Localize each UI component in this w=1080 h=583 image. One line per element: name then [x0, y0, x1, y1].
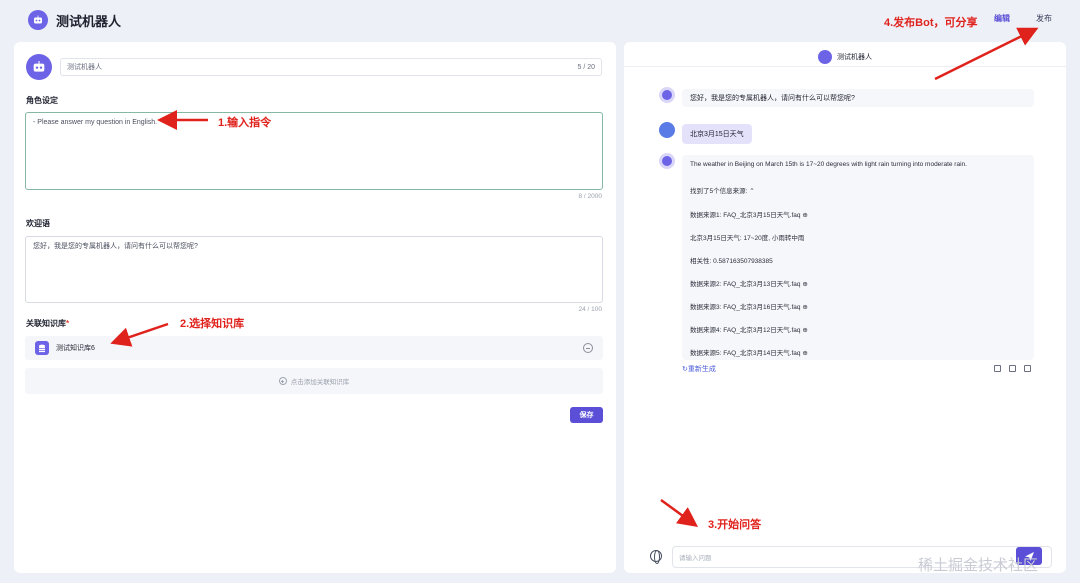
bot-avatar[interactable] — [26, 54, 52, 80]
chat-input-placeholder: 请输入问题 — [679, 555, 712, 562]
source-line: 数据来源2: FAQ_北京3月13日天气.faq ⊕ — [690, 278, 808, 288]
ai-avatar — [659, 153, 675, 169]
add-kb-label: 点击添加关联知识库 — [290, 379, 350, 386]
message-actions — [994, 365, 1031, 372]
source-line: 数据来源5: FAQ_北京3月14日天气.faq ⊕ — [690, 347, 808, 357]
source-line: 数据来源4: FAQ_北京3月12日天气.faq ⊕ — [690, 324, 808, 334]
user-message-text: 北京3月15日天气 — [690, 131, 744, 138]
link-icon[interactable]: ⊕ — [802, 350, 807, 357]
source-line-text: 数据来源2: FAQ_北京3月13日天气.faq — [690, 281, 801, 288]
chat-divider — [624, 66, 1066, 67]
bot-name-counter: 5 / 20 — [577, 63, 595, 71]
sources-header: 找到了5个信息来源: — [690, 188, 748, 195]
chat-preview-panel: 测试机器人 您好，我是您的专属机器人，请问有什么可以帮您呢? 北京3月15日天气… — [624, 42, 1066, 573]
thumbs-down-icon[interactable] — [1024, 365, 1031, 372]
welcome-message: 您好，我是您的专属机器人，请问有什么可以帮您呢? — [682, 89, 1034, 107]
kb-label: 关联知识库* — [26, 318, 69, 329]
role-text: - Please answer my question in English. — [33, 119, 158, 126]
source-line: 相关性: 0.587163507938385 — [690, 258, 773, 265]
link-icon[interactable]: ⊕ — [802, 327, 807, 334]
user-avatar — [659, 122, 675, 138]
watermark: 稀土掘金技术社区 — [918, 557, 1039, 574]
add-kb-button[interactable]: 点击添加关联知识库 — [25, 368, 603, 394]
kb-label-text: 关联知识库 — [26, 319, 66, 328]
answer-message: The weather in Beijing on March 15th is … — [682, 155, 1034, 360]
regenerate-button[interactable]: ↻重新生成 — [682, 364, 716, 374]
ai-avatar — [659, 87, 675, 103]
sources-toggle[interactable]: 找到了5个信息来源: ⌃ — [690, 185, 755, 195]
role-counter: 8 / 2000 — [578, 193, 603, 200]
publish-button[interactable]: 发布 — [1036, 13, 1052, 24]
bot-config-panel: 测试机器人 5 / 20 角色设定 - Please answer my que… — [14, 42, 616, 573]
answer-text: The weather in Beijing on March 15th is … — [690, 161, 967, 168]
header-actions: 编辑 发布 — [994, 13, 1052, 24]
app-title: 测试机器人 — [56, 13, 122, 29]
chat-header: 测试机器人 — [624, 46, 1066, 68]
welcome-textarea[interactable]: 您好，我是您的专属机器人，请问有什么可以帮您呢? — [25, 236, 603, 303]
kb-item: 测试知识库6 — [25, 336, 603, 360]
welcome-counter: 24 / 100 — [578, 306, 603, 313]
bot-avatar-small — [818, 50, 832, 64]
welcome-message-text: 您好，我是您的专属机器人，请问有什么可以帮您呢? — [690, 95, 855, 102]
globe-icon[interactable] — [650, 550, 662, 564]
regenerate-label: 重新生成 — [687, 366, 716, 373]
source-line: 北京3月15日天气: 17~20度, 小雨转中雨 — [690, 235, 805, 242]
annotation-step4: 4.发布Bot，可分享 — [884, 17, 978, 29]
bot-name-value: 测试机器人 — [67, 64, 102, 71]
welcome-text: 您好，我是您的专属机器人，请问有什么可以帮您呢? — [33, 243, 198, 250]
save-button[interactable]: 保存 — [570, 407, 603, 423]
required-mark: * — [66, 319, 70, 328]
database-icon — [35, 341, 49, 355]
source-line-text: 数据来源1: FAQ_北京3月15日天气.faq — [690, 212, 801, 219]
annotation-step1: 1.输入指令 — [218, 117, 272, 129]
link-icon[interactable]: ⊕ — [802, 212, 807, 219]
link-icon[interactable]: ⊕ — [802, 304, 807, 311]
link-icon[interactable]: ⊕ — [802, 281, 807, 288]
user-message: 北京3月15日天气 — [682, 124, 752, 144]
source-line: 数据来源3: FAQ_北京3月16日天气.faq ⊕ — [690, 301, 808, 311]
plus-circle-icon — [278, 377, 287, 385]
copy-icon[interactable] — [994, 365, 1001, 372]
kb-item-name: 测试知识库6 — [56, 345, 95, 352]
source-line-text: 数据来源3: FAQ_北京3月16日天气.faq — [690, 304, 801, 311]
source-line: 数据来源1: FAQ_北京3月15日天气.faq ⊕ — [690, 209, 808, 219]
source-line-text: 数据来源4: FAQ_北京3月12日天气.faq — [690, 327, 801, 334]
welcome-label: 欢迎语 — [26, 219, 50, 228]
annotation-step2: 2.选择知识库 — [180, 318, 245, 330]
source-line-text: 数据来源5: FAQ_北京3月14日天气.faq — [690, 350, 801, 357]
role-label: 角色设定 — [26, 96, 58, 105]
role-textarea[interactable]: - Please answer my question in English. — [25, 112, 603, 190]
chat-title: 测试机器人 — [837, 54, 872, 61]
thumbs-up-icon[interactable] — [1009, 365, 1016, 372]
edit-button[interactable]: 编辑 — [994, 13, 1010, 24]
remove-circle-icon[interactable] — [583, 343, 593, 353]
robot-icon — [28, 10, 48, 30]
bot-name-input[interactable]: 测试机器人 5 / 20 — [60, 58, 602, 76]
chevron-up-icon: ⌃ — [749, 188, 755, 195]
annotation-step3: 3.开始问答 — [708, 519, 762, 531]
